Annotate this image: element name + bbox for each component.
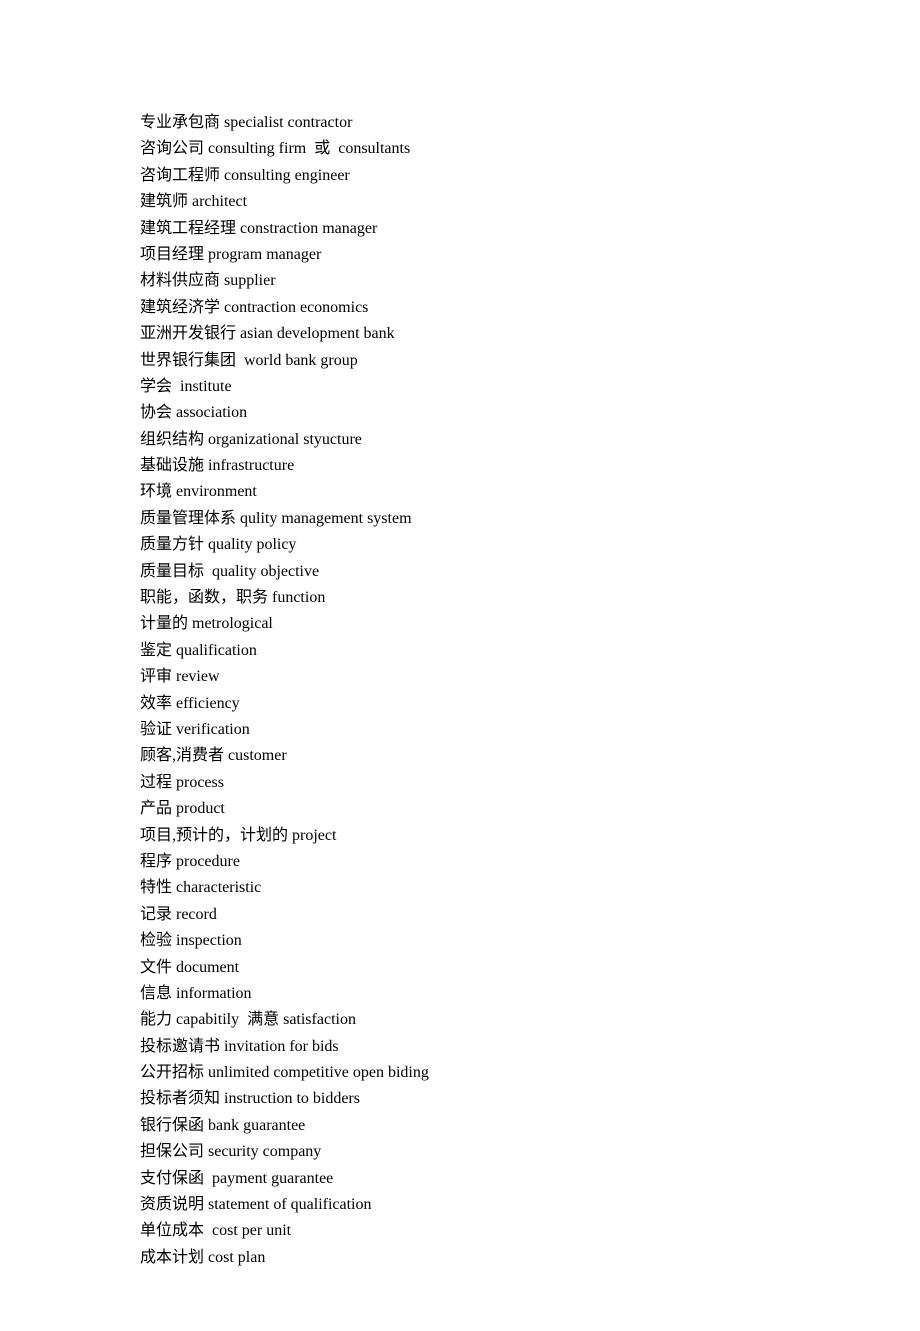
vocabulary-list: 专业承包商 specialist contractor咨询公司 consulti… <box>140 110 780 1271</box>
vocabulary-entry: 项目,预计的，计划的 project <box>140 823 780 849</box>
vocabulary-entry: 材料供应商 supplier <box>140 268 780 294</box>
vocabulary-entry: 检验 inspection <box>140 928 780 954</box>
vocabulary-entry: 单位成本 cost per unit <box>140 1218 780 1244</box>
vocabulary-entry: 担保公司 security company <box>140 1139 780 1165</box>
vocabulary-entry: 咨询工程师 consulting engineer <box>140 163 780 189</box>
vocabulary-entry: 亚洲开发银行 asian development bank <box>140 321 780 347</box>
vocabulary-entry: 鉴定 qualification <box>140 638 780 664</box>
vocabulary-entry: 环境 environment <box>140 479 780 505</box>
vocabulary-entry: 建筑工程经理 constraction manager <box>140 216 780 242</box>
vocabulary-entry: 评审 review <box>140 664 780 690</box>
vocabulary-entry: 程序 procedure <box>140 849 780 875</box>
vocabulary-entry: 资质说明 statement of qualification <box>140 1192 780 1218</box>
vocabulary-entry: 效率 efficiency <box>140 691 780 717</box>
vocabulary-entry: 质量方针 quality policy <box>140 532 780 558</box>
vocabulary-entry: 银行保函 bank guarantee <box>140 1113 780 1139</box>
vocabulary-entry: 职能，函数，职务 function <box>140 585 780 611</box>
vocabulary-entry: 特性 characteristic <box>140 875 780 901</box>
vocabulary-entry: 项目经理 program manager <box>140 242 780 268</box>
vocabulary-entry: 世界银行集团 world bank group <box>140 348 780 374</box>
vocabulary-entry: 成本计划 cost plan <box>140 1245 780 1271</box>
vocabulary-entry: 学会 institute <box>140 374 780 400</box>
vocabulary-entry: 过程 process <box>140 770 780 796</box>
vocabulary-entry: 建筑师 architect <box>140 189 780 215</box>
vocabulary-entry: 支付保函 payment guarantee <box>140 1166 780 1192</box>
vocabulary-entry: 文件 document <box>140 955 780 981</box>
vocabulary-entry: 质量目标 quality objective <box>140 559 780 585</box>
vocabulary-entry: 专业承包商 specialist contractor <box>140 110 780 136</box>
vocabulary-entry: 记录 record <box>140 902 780 928</box>
vocabulary-entry: 质量管理体系 qulity management system <box>140 506 780 532</box>
vocabulary-entry: 顾客,消费者 customer <box>140 743 780 769</box>
vocabulary-entry: 投标邀请书 invitation for bids <box>140 1034 780 1060</box>
vocabulary-entry: 能力 capabitily 满意 satisfaction <box>140 1007 780 1033</box>
vocabulary-entry: 组织结构 organizational styucture <box>140 427 780 453</box>
vocabulary-entry: 信息 information <box>140 981 780 1007</box>
vocabulary-entry: 公开招标 unlimited competitive open biding <box>140 1060 780 1086</box>
vocabulary-entry: 建筑经济学 contraction economics <box>140 295 780 321</box>
vocabulary-entry: 计量的 metrological <box>140 611 780 637</box>
vocabulary-entry: 咨询公司 consulting firm 或 consultants <box>140 136 780 162</box>
vocabulary-entry: 协会 association <box>140 400 780 426</box>
vocabulary-entry: 基础设施 infrastructure <box>140 453 780 479</box>
vocabulary-entry: 验证 verification <box>140 717 780 743</box>
vocabulary-entry: 投标者须知 instruction to bidders <box>140 1086 780 1112</box>
vocabulary-entry: 产品 product <box>140 796 780 822</box>
